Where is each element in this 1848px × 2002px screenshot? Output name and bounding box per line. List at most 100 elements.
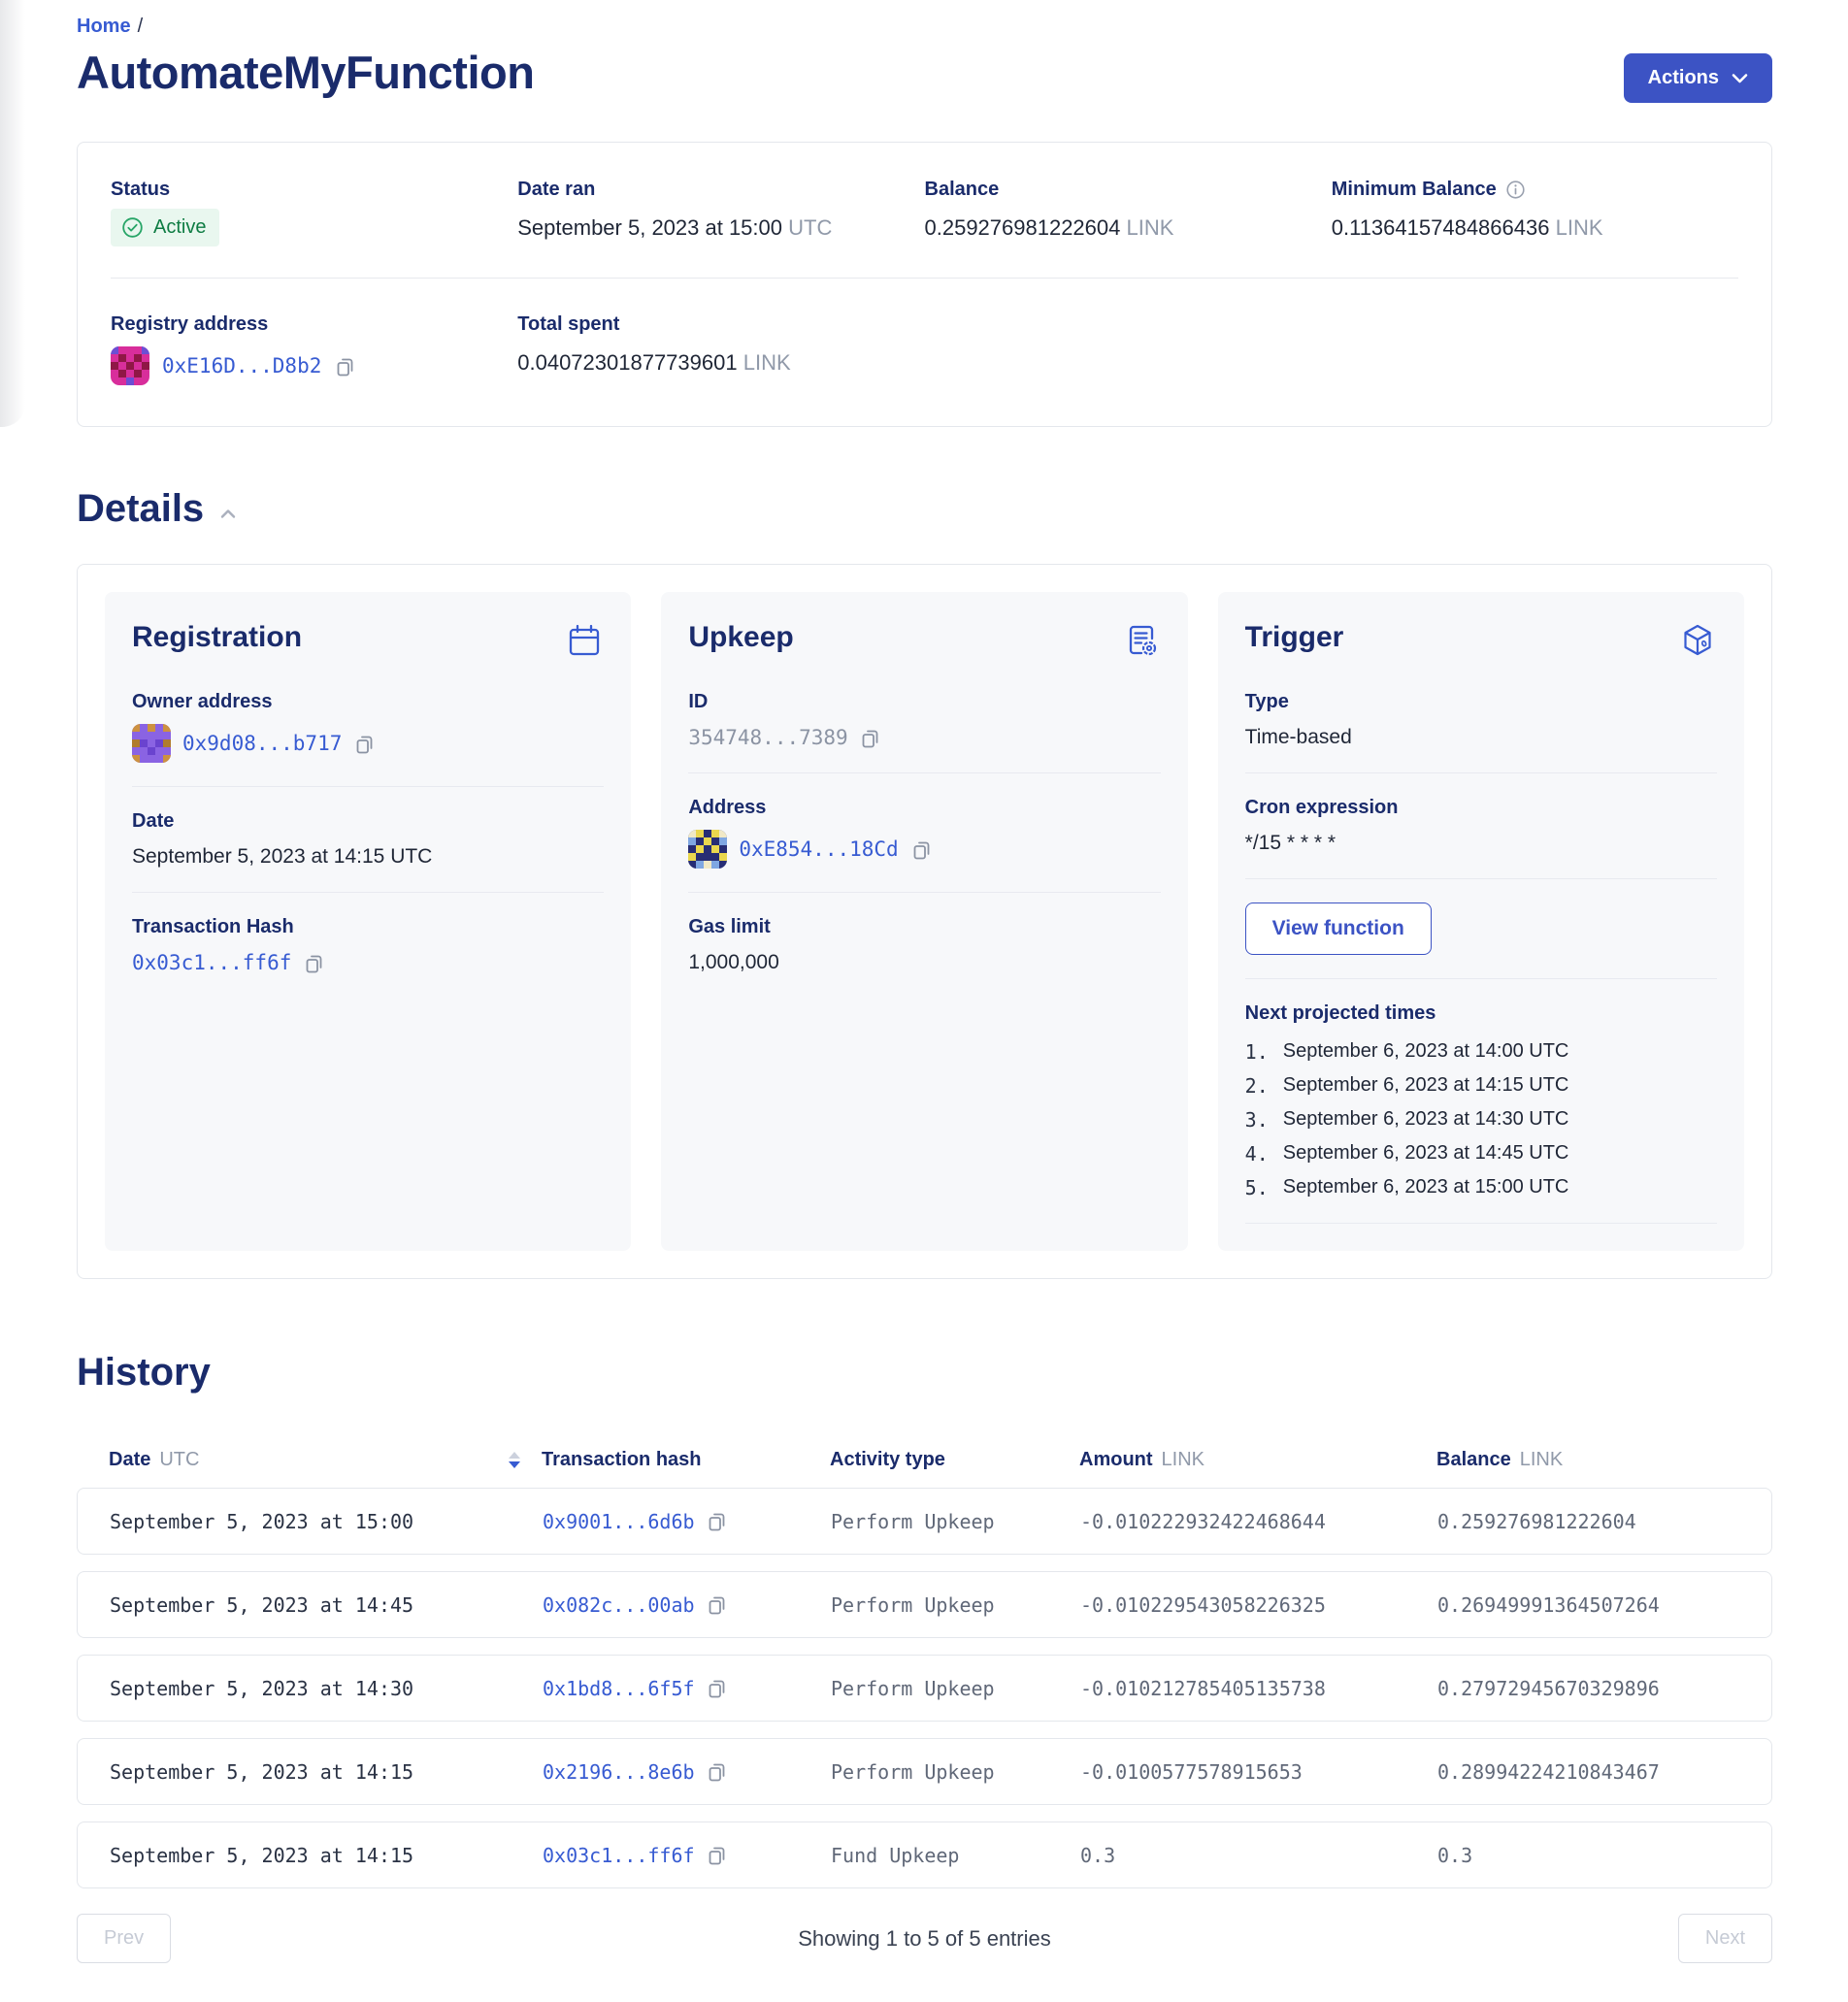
- details-card: Registration Owner address 0x9d08...b717: [77, 564, 1772, 1279]
- prev-button[interactable]: Prev: [77, 1914, 171, 1963]
- next-button[interactable]: Next: [1678, 1914, 1772, 1963]
- breadcrumb: Home/: [77, 16, 1772, 38]
- transaction-hash-field: Transaction Hash 0x03c1...ff6f: [132, 916, 604, 974]
- registration-title: Registration: [132, 621, 302, 654]
- projected-time-index: 5.: [1245, 1176, 1269, 1199]
- trigger-type-value: Time-based: [1245, 726, 1717, 749]
- balance-value: 0.259276981222604: [925, 215, 1121, 240]
- date-ran-label: Date ran: [517, 179, 924, 201]
- divider: [132, 892, 604, 893]
- copy-icon[interactable]: [859, 727, 881, 749]
- page-title: AutomateMyFunction: [77, 46, 534, 99]
- actions-button[interactable]: Actions: [1624, 53, 1772, 103]
- row-activity: Perform Upkeep: [831, 1510, 1080, 1533]
- table-row: September 5, 2023 at 14:15 0x03c1...ff6f…: [77, 1821, 1772, 1888]
- row-amount: -0.010222932422468644: [1080, 1510, 1437, 1533]
- document-gear-icon: [1122, 621, 1161, 660]
- status-field: Status Active: [111, 179, 517, 246]
- view-function-button[interactable]: View function: [1245, 903, 1432, 955]
- column-date: Date: [109, 1449, 150, 1471]
- column-amount: Amount: [1079, 1449, 1153, 1470]
- registration-date-field: Date September 5, 2023 at 14:15 UTC: [132, 810, 604, 869]
- copy-icon[interactable]: [334, 355, 356, 377]
- upkeep-address-link[interactable]: 0xE854...18Cd: [739, 837, 898, 861]
- row-amount: -0.0100577578915653: [1080, 1760, 1437, 1784]
- copy-icon[interactable]: [706, 1760, 728, 1783]
- projected-time-item: 4.September 6, 2023 at 14:45 UTC: [1245, 1142, 1717, 1165]
- row-date: September 5, 2023 at 14:30: [110, 1677, 543, 1700]
- owner-address-label: Owner address: [132, 691, 604, 713]
- registry-address-link[interactable]: 0xE16D...D8b2: [162, 354, 321, 377]
- row-hash-link[interactable]: 0x9001...6d6b: [543, 1510, 695, 1533]
- divider: [688, 892, 1160, 893]
- date-ran-field: Date ran September 5, 2023 at 15:00 UTC: [517, 179, 924, 246]
- breadcrumb-home-link[interactable]: Home: [77, 16, 131, 37]
- row-activity: Perform Upkeep: [831, 1677, 1080, 1700]
- projected-time-index: 3.: [1245, 1108, 1269, 1132]
- owner-address-link[interactable]: 0x9d08...b717: [182, 732, 342, 755]
- details-heading: Details: [77, 487, 204, 531]
- projected-time-item: 1.September 6, 2023 at 14:00 UTC: [1245, 1040, 1717, 1064]
- row-activity: Perform Upkeep: [831, 1593, 1080, 1617]
- row-balance: 0.28994224210843467: [1437, 1760, 1739, 1784]
- upkeep-card: Upkeep ID 354748...7389 Address: [661, 592, 1187, 1251]
- divider: [1245, 1223, 1717, 1224]
- projected-time-item: 3. September 6, 2023 at 14:30 UTC: [1245, 1108, 1717, 1132]
- gas-limit-field: Gas limit 1,000,000: [688, 916, 1160, 974]
- chevron-down-icon: [1732, 73, 1748, 83]
- projected-time-text: September 6, 2023 at 15:00 UTC: [1283, 1176, 1569, 1199]
- projected-time-index: 2.: [1245, 1074, 1269, 1098]
- row-balance: 0.3: [1437, 1844, 1739, 1867]
- copy-icon[interactable]: [706, 1677, 728, 1699]
- row-amount: -0.010212785405135738: [1080, 1677, 1437, 1700]
- cron-expression-value: */15 * * * *: [1245, 832, 1717, 855]
- upkeep-id-label: ID: [688, 691, 1160, 713]
- copy-icon[interactable]: [910, 838, 933, 861]
- copy-icon[interactable]: [706, 1510, 728, 1532]
- summary-divider: [111, 278, 1738, 279]
- copy-icon[interactable]: [353, 733, 376, 755]
- total-spent-value: 0.04072301877739601: [517, 350, 737, 375]
- registry-label: Registry address: [111, 313, 517, 336]
- copy-icon[interactable]: [706, 1593, 728, 1616]
- divider: [688, 772, 1160, 773]
- sort-toggle-icon[interactable]: [509, 1452, 520, 1468]
- row-date: September 5, 2023 at 15:00: [110, 1510, 543, 1533]
- details-collapse-toggle[interactable]: [219, 509, 237, 519]
- transaction-hash-label: Transaction Hash: [132, 916, 604, 938]
- check-circle-icon: [121, 216, 144, 239]
- trigger-type-label: Type: [1245, 691, 1717, 713]
- transaction-hash-link[interactable]: 0x03c1...ff6f: [132, 951, 291, 974]
- registration-date-label: Date: [132, 810, 604, 833]
- row-hash-link[interactable]: 0x03c1...ff6f: [543, 1844, 695, 1867]
- table-row: September 5, 2023 at 14:15 0x2196...8e6b…: [77, 1738, 1772, 1805]
- projected-time-item: 5. September 6, 2023 at 15:00 UTC: [1245, 1176, 1717, 1199]
- trigger-title: Trigger: [1245, 621, 1344, 654]
- row-amount: -0.010229543058226325: [1080, 1593, 1437, 1617]
- table-footer: Prev Showing 1 to 5 of 5 entries Next: [77, 1914, 1772, 1963]
- copy-icon[interactable]: [303, 952, 325, 974]
- row-hash-link[interactable]: 0x1bd8...6f5f: [543, 1677, 695, 1700]
- status-label: Status: [111, 179, 517, 201]
- balance-label: Balance: [925, 179, 1332, 201]
- min-balance-unit: LINK: [1556, 215, 1603, 240]
- table-row: September 5, 2023 at 14:45 0x082c...00ab…: [77, 1571, 1772, 1638]
- info-icon[interactable]: [1505, 180, 1526, 200]
- status-badge: Active: [111, 209, 219, 246]
- status-badge-text: Active: [153, 216, 206, 239]
- upkeep-address-label: Address: [688, 797, 1160, 819]
- projected-time-text: September 6, 2023 at 14:15 UTC: [1283, 1074, 1569, 1098]
- row-activity: Fund Upkeep: [831, 1844, 1080, 1867]
- projected-time-index: 4.: [1245, 1142, 1269, 1165]
- row-date: September 5, 2023 at 14:45: [110, 1593, 543, 1617]
- row-hash-link[interactable]: 0x082c...00ab: [543, 1593, 695, 1617]
- projected-time-text: September 6, 2023 at 14:30 UTC: [1283, 1108, 1569, 1132]
- upkeep-id-value: 354748...7389: [688, 726, 847, 749]
- projected-time-text: September 6, 2023 at 14:00 UTC: [1283, 1040, 1569, 1064]
- registry-field: Registry address 0xE16D...D8b2: [111, 313, 517, 385]
- row-hash-link[interactable]: 0x2196...8e6b: [543, 1760, 695, 1784]
- actions-button-label: Actions: [1648, 67, 1719, 89]
- cube-icon: [1678, 621, 1717, 660]
- copy-icon[interactable]: [706, 1844, 728, 1866]
- row-balance: 0.259276981222604: [1437, 1510, 1739, 1533]
